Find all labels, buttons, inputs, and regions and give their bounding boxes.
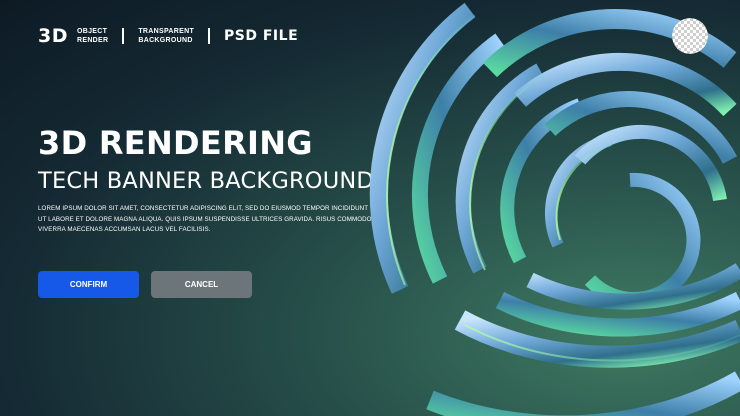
header-bar: 3D OBJECT RENDER TRANSPARENT BACKGROUND … [38,24,298,48]
hero-subtitle: TECH BANNER BACKGROUND [38,168,374,194]
brand-mark: 3D [38,25,68,47]
hero-body-text: LOREM IPSUM DOLOR SIT AMET, CONSECTETUR … [38,205,372,233]
cancel-button[interactable]: CANCEL [151,271,252,298]
psd-file-label: PSD FILE [224,28,299,44]
confirm-button[interactable]: CONFIRM [38,271,139,298]
object-render-label: OBJECT RENDER [77,28,109,44]
transparent-background-label: TRANSPARENT BACKGROUND [138,28,195,44]
hero-title: 3D RENDERING [38,124,313,162]
3d-rings-artwork [369,2,740,416]
checkerboard-icon [672,18,708,54]
divider [122,28,125,44]
divider [208,28,211,44]
